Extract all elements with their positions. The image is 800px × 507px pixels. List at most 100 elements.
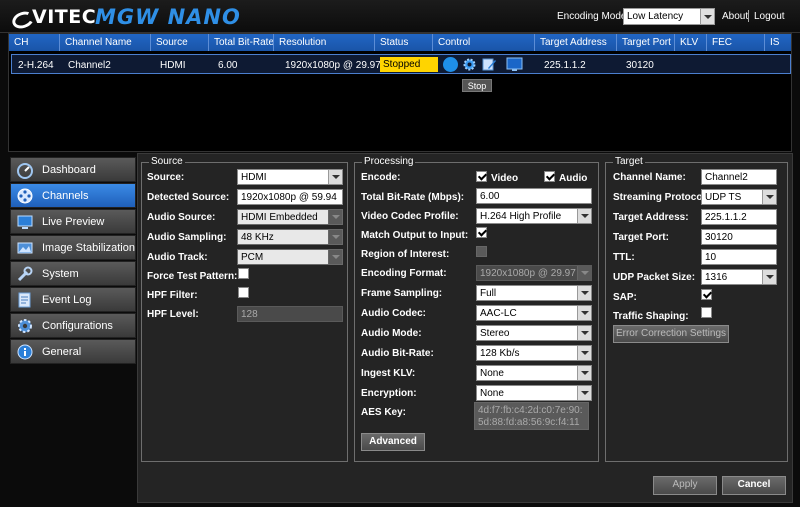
source-label: Source: [147, 172, 185, 183]
chevron-down-icon[interactable] [700, 9, 714, 24]
column-header-is[interactable]: IS [770, 37, 779, 48]
cell-bitrate: 6.00 [218, 60, 238, 71]
start-icon[interactable] [443, 57, 458, 72]
chevron-down-icon[interactable] [328, 210, 342, 224]
column-header-target-address[interactable]: Target Address [540, 37, 607, 48]
encryption-select[interactable]: None [476, 385, 592, 401]
chevron-down-icon[interactable] [577, 346, 591, 360]
column-header-control[interactable]: Control [438, 37, 470, 48]
chevron-down-icon[interactable] [577, 286, 591, 300]
header-divider [748, 10, 749, 22]
vitec-logo-mark-icon [12, 9, 30, 25]
column-header-target-port[interactable]: Target Port [622, 37, 671, 48]
audio-sampling-select[interactable]: 48 KHz [237, 229, 343, 245]
apply-button[interactable]: Apply [653, 476, 717, 495]
advanced-button[interactable]: Advanced [361, 433, 425, 451]
ttl-input[interactable]: 10 [701, 249, 777, 265]
chevron-down-icon[interactable] [577, 386, 591, 400]
encoding-format-select[interactable]: 1920x1080p @ 29.97 [476, 265, 592, 281]
encoding-mode-value: Low Latency [627, 11, 684, 22]
streaming-protocol-value: UDP TS [705, 192, 742, 203]
logout-link[interactable]: Logout [754, 11, 785, 22]
sidebar-item-general[interactable]: General [10, 339, 136, 364]
chevron-down-icon[interactable] [577, 209, 591, 223]
encoding-format-label: Encoding Format: [361, 268, 447, 279]
column-header-resolution[interactable]: Resolution [279, 37, 326, 48]
column-header-status[interactable]: Status [380, 37, 408, 48]
hpf-level-field[interactable]: 128 [237, 306, 343, 322]
dashboard-icon [16, 161, 34, 179]
total-bitrate-input[interactable]: 6.00 [476, 188, 592, 204]
cancel-button[interactable]: Cancel [722, 476, 786, 495]
encode-audio-checkbox[interactable] [544, 171, 555, 182]
sidebar-item-live-preview[interactable]: Live Preview [10, 209, 136, 234]
chevron-down-icon[interactable] [577, 266, 591, 280]
settings-gear-icon[interactable] [462, 57, 477, 72]
chevron-down-icon[interactable] [762, 270, 776, 284]
chevron-down-icon[interactable] [328, 170, 342, 184]
audio-track-select[interactable]: PCM [237, 249, 343, 265]
audio-mode-select[interactable]: Stereo [476, 325, 592, 341]
column-divider [706, 34, 707, 51]
target-address-label: Target Address: [613, 212, 689, 223]
match-output-checkbox[interactable] [476, 227, 487, 238]
audio-codec-value: AAC-LC [480, 308, 517, 319]
region-of-interest-checkbox[interactable] [476, 246, 487, 257]
udp-packet-size-select[interactable]: 1316 [701, 269, 777, 285]
ingest-klv-select[interactable]: None [476, 365, 592, 381]
column-divider [59, 34, 60, 51]
sidebar-item-system[interactable]: System [10, 261, 136, 286]
force-test-pattern-checkbox[interactable] [238, 268, 249, 279]
encode-audio-label: Audio [559, 173, 588, 184]
hpf-filter-checkbox[interactable] [238, 287, 249, 298]
sidebar-item-configurations[interactable]: Configurations [10, 313, 136, 338]
audio-source-select[interactable]: HDMI Embedded [237, 209, 343, 225]
column-header-fec[interactable]: FEC [712, 37, 732, 48]
edit-icon[interactable] [482, 57, 497, 72]
chevron-down-icon[interactable] [577, 366, 591, 380]
about-link[interactable]: About [722, 11, 748, 22]
column-header-ch[interactable]: CH [14, 37, 28, 48]
chevron-down-icon[interactable] [328, 250, 342, 264]
audio-bitrate-select[interactable]: 128 Kb/s [476, 345, 592, 361]
table-row[interactable]: 2-H.264 Channel2 HDMI 6.00 1920x1080p @ … [11, 54, 791, 74]
sidebar-item-channels[interactable]: Channels [10, 183, 136, 208]
region-of-interest-label: Region of Interest: [361, 249, 450, 260]
column-header-klv[interactable]: KLV [680, 37, 698, 48]
audio-codec-select[interactable]: AAC-LC [476, 305, 592, 321]
sidebar-item-event-log[interactable]: Event Log [10, 287, 136, 312]
aes-key-label: AES Key: [361, 407, 407, 418]
encode-video-checkbox[interactable] [476, 171, 487, 182]
column-divider [616, 34, 617, 51]
aes-key-field[interactable]: 4d:f7:fb:c4:2d:c0:7e:90:5d:88:fd:a8:56:9… [474, 402, 589, 430]
audio-track-value: PCM [241, 252, 264, 263]
frame-sampling-select[interactable]: Full [476, 285, 592, 301]
chevron-down-icon[interactable] [328, 230, 342, 244]
preview-icon[interactable] [506, 57, 523, 72]
channel-name-input[interactable]: Channel2 [701, 169, 777, 185]
encoding-mode-select[interactable]: Low Latency [623, 8, 715, 25]
encode-video-label: Video [491, 173, 519, 184]
sap-checkbox[interactable] [701, 289, 712, 300]
source-group-title: Source [149, 156, 185, 167]
audio-codec-label: Audio Codec: [361, 308, 426, 319]
source-select[interactable]: HDMI [237, 169, 343, 185]
target-port-input[interactable]: 30120 [701, 229, 777, 245]
column-header-channel-name[interactable]: Channel Name [65, 37, 132, 48]
column-header-total-bit-rate[interactable]: Total Bit-Rate [214, 37, 274, 48]
traffic-shaping-checkbox[interactable] [701, 307, 712, 318]
target-port-label: Target Port: [613, 232, 669, 243]
chevron-down-icon[interactable] [577, 306, 591, 320]
audio-source-value: HDMI Embedded [241, 212, 318, 223]
chevron-down-icon[interactable] [577, 326, 591, 340]
detected-source-label: Detected Source: [147, 192, 230, 203]
sidebar-item-dashboard[interactable]: Dashboard [10, 157, 136, 182]
video-codec-profile-select[interactable]: H.264 High Profile [476, 208, 592, 224]
vitec-logo: VITEC [12, 6, 96, 28]
chevron-down-icon[interactable] [762, 190, 776, 204]
target-address-input[interactable]: 225.1.1.2 [701, 209, 777, 225]
error-correction-settings-button[interactable]: Error Correction Settings [613, 325, 729, 343]
sidebar-item-image-stabilization[interactable]: Image Stabilization [10, 235, 136, 260]
column-header-source[interactable]: Source [156, 37, 188, 48]
streaming-protocol-select[interactable]: UDP TS [701, 189, 777, 205]
